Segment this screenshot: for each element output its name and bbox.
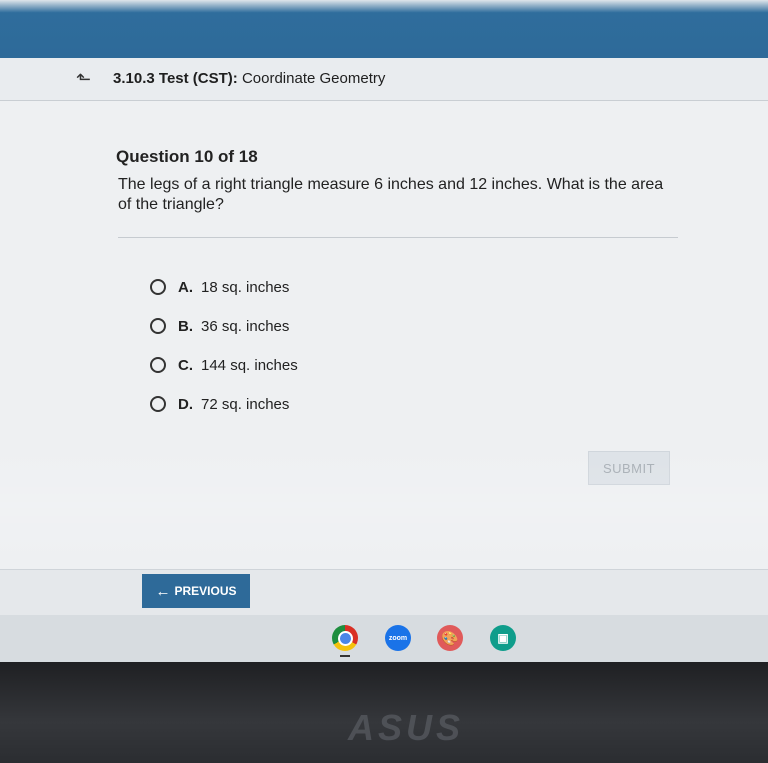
option-letter: C. bbox=[178, 356, 193, 374]
test-title: 3.10.3 Test (CST): Coordinate Geometry bbox=[113, 70, 385, 87]
question-panel: Question 10 of 18 The legs of a right tr… bbox=[0, 101, 768, 569]
option-letter: B. bbox=[178, 317, 193, 335]
camera-icon[interactable]: ▣ bbox=[490, 625, 516, 651]
submit-button[interactable]: SUBMIT bbox=[588, 451, 670, 485]
test-header: ⬑ 3.10.3 Test (CST): Coordinate Geometry bbox=[0, 58, 768, 101]
radio-button[interactable] bbox=[150, 318, 166, 334]
question-divider bbox=[118, 237, 678, 238]
option-letter: D. bbox=[178, 395, 193, 413]
radio-button[interactable] bbox=[150, 396, 166, 412]
running-indicator bbox=[340, 655, 350, 657]
zoom-icon[interactable]: zoom bbox=[385, 625, 411, 651]
answer-option-b[interactable]: B. 36 sq. inches bbox=[150, 314, 289, 338]
brand-logo: ASUS bbox=[348, 707, 465, 748]
previous-button[interactable]: ← PREVIOUS bbox=[142, 574, 250, 608]
test-code: 3.10.3 bbox=[113, 70, 155, 87]
chrome-icon[interactable] bbox=[332, 625, 358, 651]
back-up-arrow-icon[interactable]: ⬑ bbox=[76, 69, 96, 89]
browser-top-bar bbox=[0, 0, 768, 58]
answer-option-a[interactable]: A. 18 sq. inches bbox=[150, 275, 289, 299]
option-text: 18 sq. inches bbox=[201, 278, 290, 296]
option-text: 144 sq. inches bbox=[201, 356, 298, 374]
os-shelf: zoom 🎨 ▣ bbox=[0, 615, 768, 662]
arrow-left-icon: ← bbox=[155, 582, 171, 600]
laptop-screen: ⬑ 3.10.3 Test (CST): Coordinate Geometry… bbox=[0, 0, 768, 662]
option-text: 72 sq. inches bbox=[201, 395, 290, 413]
option-text: 36 sq. inches bbox=[201, 317, 290, 335]
palette-icon[interactable]: 🎨 bbox=[437, 625, 463, 651]
test-name: Test (CST): bbox=[158, 70, 238, 87]
radio-button[interactable] bbox=[150, 357, 166, 373]
radio-button[interactable] bbox=[150, 279, 166, 295]
answer-option-c[interactable]: C. 144 sq. inches bbox=[150, 353, 298, 377]
option-letter: A. bbox=[178, 278, 193, 296]
answer-option-d[interactable]: D. 72 sq. inches bbox=[150, 392, 289, 416]
previous-label: PREVIOUS bbox=[174, 584, 237, 598]
question-text: The legs of a right triangle measure 6 i… bbox=[118, 176, 664, 213]
question-number: Question 10 of 18 bbox=[116, 147, 258, 166]
laptop-bezel: ASUS bbox=[0, 662, 768, 763]
photo-stage: ⬑ 3.10.3 Test (CST): Coordinate Geometry… bbox=[0, 0, 768, 763]
navigation-footer: ← PREVIOUS bbox=[0, 569, 768, 616]
zoom-label: zoom bbox=[388, 634, 408, 642]
test-subject: Coordinate Geometry bbox=[241, 70, 386, 87]
